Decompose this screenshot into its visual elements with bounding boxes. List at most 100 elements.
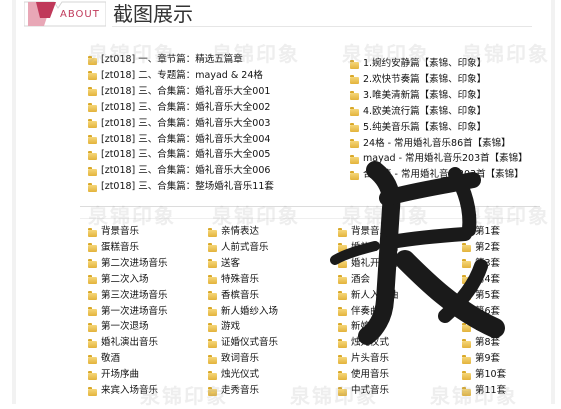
folder-icon <box>338 386 347 396</box>
folder-icon <box>88 182 97 192</box>
folder-item[interactable]: [zt018] 三、合集篇：整场婚礼音乐11套 <box>88 181 274 193</box>
folder-item[interactable]: 证婚仪式音乐 <box>208 337 278 349</box>
folder-item[interactable]: 片头音乐 <box>338 353 389 365</box>
folder-item[interactable]: 游戏 <box>208 321 240 333</box>
folder-label: 片头音乐 <box>351 353 390 365</box>
folder-item[interactable]: 第3套 <box>462 258 500 270</box>
folder-item[interactable]: 使用音乐 <box>338 369 389 381</box>
folder-icon <box>88 135 97 144</box>
folder-item[interactable]: [zt018] 三、合集篇：婚礼音乐大全002 <box>88 102 270 114</box>
folder-item[interactable]: 伴奏曲 <box>338 306 380 318</box>
folder-label: [zt018] 三、合集篇：婚礼音乐大全002 <box>101 101 271 113</box>
folder-item[interactable]: 新娘曲 <box>338 321 380 333</box>
folder-item[interactable]: 新人婚纱入场 <box>208 306 278 318</box>
folder-item[interactable]: 第6套 <box>462 306 500 318</box>
folder-label: [zt018] 三、合集篇：婚礼音乐大全003 <box>101 117 271 129</box>
folder-label: 烛光仪式 <box>351 337 390 349</box>
folder-item[interactable]: 中式音乐 <box>338 385 389 397</box>
folder-icon <box>350 154 359 164</box>
folder-item[interactable]: [zt018] 三、合集篇：婚礼音乐大全003 <box>88 118 270 130</box>
left-frame-border <box>12 0 16 404</box>
folder-icon <box>350 75 359 85</box>
folder-label: [zt018] 一、章节篇：精选五篇章 <box>101 54 243 65</box>
folder-item[interactable]: 5.纯美音乐篇【素锦、印象】 <box>350 122 486 134</box>
folder-label: 亲情表达 <box>221 226 260 237</box>
folder-item[interactable]: 致词音乐 <box>208 353 259 365</box>
folder-item[interactable]: 24格 - 常用婚礼音乐86首【素锦】 <box>350 138 511 150</box>
folder-icon <box>88 307 97 316</box>
folder-item[interactable]: 婚礼开场音效 <box>338 258 408 270</box>
folder-item[interactable]: 来宾入场音乐 <box>88 385 158 397</box>
folder-label: 使用音乐 <box>351 369 390 381</box>
folder-item[interactable]: 第10套 <box>462 369 506 381</box>
folder-item[interactable]: 4.欧美流行篇【素锦、印象】 <box>350 106 486 118</box>
folder-item[interactable]: [zt018] 二、专题篇：mayad & 24格 <box>88 70 263 82</box>
folder-item[interactable]: 婚礼演出音乐 <box>88 337 158 349</box>
folder-item[interactable]: 酒会 <box>338 274 370 286</box>
folder-item[interactable]: 新人入场曲 <box>338 290 399 302</box>
folder-label: 第一次退场 <box>101 321 149 333</box>
folder-label: [zt018] 三、合集篇：婚礼音乐大全006 <box>101 165 271 177</box>
folder-item[interactable]: 第二次进场音乐 <box>88 258 168 270</box>
folder-item[interactable]: [zt018] 一、章节篇：精选五篇章 <box>88 54 243 66</box>
folder-label: [zt018] 三、合集篇：婚礼音乐大全001 <box>101 85 271 97</box>
folder-icon <box>462 354 471 364</box>
folder-item[interactable]: 蛋糕音乐 <box>88 242 139 254</box>
folder-icon <box>88 259 97 269</box>
folder-item[interactable]: 第三次进场音乐 <box>88 290 168 302</box>
folder-label: 烛光仪式 <box>221 369 260 381</box>
folder-item[interactable]: 人前式音乐 <box>208 242 269 254</box>
folder-item[interactable]: 1.婉约安静篇【素锦、印象】 <box>350 58 486 70</box>
folder-item[interactable]: 背景音乐 <box>338 226 389 238</box>
folder-label: 敬酒 <box>101 353 121 365</box>
folder-item[interactable]: 烛光仪式 <box>208 369 259 381</box>
folder-item[interactable]: 第一次进场音乐 <box>88 306 168 318</box>
folder-label: 游戏 <box>221 321 241 333</box>
folder-item[interactable]: 合集篇 - 常用婚礼音乐203首【素锦】 <box>350 169 524 181</box>
folder-item[interactable]: 特殊音乐 <box>208 274 259 286</box>
folder-item[interactable]: 第1套 <box>462 226 500 238</box>
folder-item[interactable]: 亲情表达 <box>208 226 259 238</box>
folder-icon <box>462 243 471 253</box>
folder-item[interactable]: 第2套 <box>462 242 500 254</box>
folder-item[interactable]: 敬酒 <box>88 353 120 365</box>
folder-item[interactable]: [zt018] 三、合集篇：婚礼音乐大全006 <box>88 165 270 177</box>
folder-icon <box>88 227 97 237</box>
right-frame-border <box>551 0 555 404</box>
folder-item[interactable]: 第9套 <box>462 353 500 365</box>
folder-label: 蛋糕音乐 <box>101 241 140 253</box>
folder-icon <box>208 243 217 253</box>
folder-item[interactable]: 2.欢快节奏篇【素锦、印象】 <box>350 74 486 86</box>
folder-item[interactable]: 送客 <box>208 258 240 270</box>
folder-item[interactable]: 走秀音乐 <box>208 385 259 397</box>
folder-item[interactable]: [zt018] 三、合集篇：婚礼音乐大全005 <box>88 149 270 161</box>
folder-item[interactable]: 第5套 <box>462 290 500 302</box>
folder-item[interactable]: [zt018] 三、合集篇：婚礼音乐大全004 <box>88 134 270 146</box>
folder-label: 新人入场曲 <box>351 289 399 301</box>
folder-item[interactable]: 第4套 <box>462 274 500 286</box>
folder-icon <box>338 291 347 301</box>
folder-item[interactable]: 背景音乐 <box>88 226 139 238</box>
folder-item[interactable]: 香槟音乐 <box>208 290 259 302</box>
folder-item[interactable]: 第11套 <box>462 385 506 397</box>
folder-item[interactable]: 第二次入场 <box>88 274 149 286</box>
folder-item[interactable]: 第8套 <box>462 337 500 349</box>
folder-icon <box>462 275 471 285</box>
folder-item[interactable]: 第一次退场 <box>88 321 149 333</box>
folder-icon <box>350 139 359 148</box>
folder-item[interactable]: 婚礼开场曲 <box>338 242 399 254</box>
folder-label: 第二次进场音乐 <box>101 257 168 269</box>
folder-label: 4.欧美流行篇【素锦、印象】 <box>363 105 487 117</box>
folder-item[interactable]: [zt018] 三、合集篇：婚礼音乐大全001 <box>88 86 270 98</box>
folder-label: 1.婉约安静篇【素锦、印象】 <box>363 58 487 69</box>
folder-icon <box>462 227 471 237</box>
folder-label: 第6套 <box>475 305 501 317</box>
folder-item[interactable]: 开场序曲 <box>88 369 139 381</box>
folder-icon <box>88 386 97 396</box>
folder-label: 第11套 <box>475 385 507 396</box>
folder-item[interactable]: 3.唯美清新篇【素锦、印象】 <box>350 90 486 102</box>
folder-icon <box>462 338 471 348</box>
folder-item[interactable]: 烛光仪式 <box>338 337 389 349</box>
folder-item[interactable]: 第7套 <box>462 321 500 333</box>
folder-item[interactable]: mayad - 常用婚礼音乐203首【素锦】 <box>350 153 528 165</box>
